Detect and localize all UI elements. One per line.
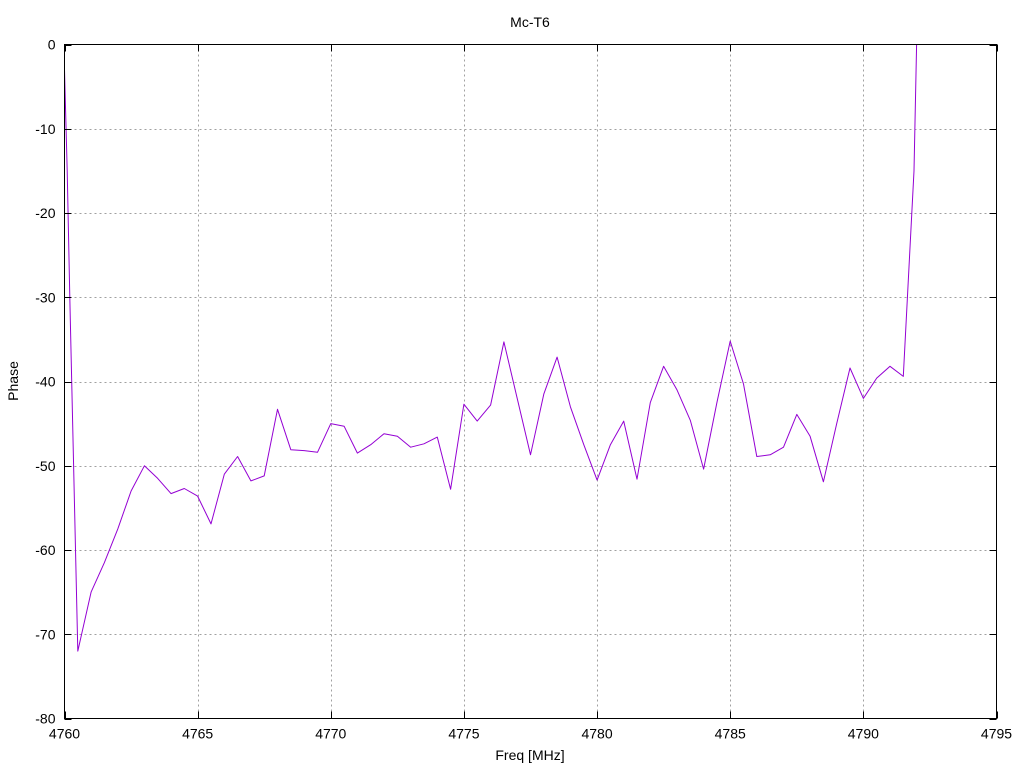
y-tick-label: -30 bbox=[35, 289, 55, 305]
y-tick-label: -10 bbox=[35, 121, 55, 137]
y-tick-label: -40 bbox=[35, 374, 55, 390]
x-tick-label: 4760 bbox=[49, 726, 80, 742]
x-tick-label: 4775 bbox=[448, 726, 479, 742]
x-tick-label: 4795 bbox=[981, 726, 1012, 742]
tick-labels: 4760 4765 4770 4775 4780 4785 4790 4795 0 -10 -20 -… bbox=[35, 37, 1012, 742]
y-tick-label: -70 bbox=[35, 626, 55, 642]
plot-frame bbox=[64, 44, 997, 719]
x-tick-label: 4785 bbox=[715, 726, 746, 742]
x-tick-label: 4790 bbox=[848, 726, 879, 742]
phase-series-line bbox=[64, 44, 918, 652]
x-tick-label: 4770 bbox=[315, 726, 346, 742]
x-tick-label: 4780 bbox=[581, 726, 612, 742]
x-axis-label: Freq [MHz] bbox=[495, 747, 564, 763]
y-tick-label: -80 bbox=[35, 711, 55, 727]
y-axis-label: Phase bbox=[5, 361, 21, 401]
phase-chart: 4760 4765 4770 4775 4780 4785 4790 4795 0 -10 -20 -… bbox=[5, 14, 1012, 763]
y-tick-label: 0 bbox=[48, 37, 56, 53]
chart-title: Mc-T6 bbox=[510, 14, 550, 30]
grid bbox=[64, 44, 997, 719]
y-tick-label: -20 bbox=[35, 205, 55, 221]
series-group bbox=[64, 44, 918, 652]
y-tick-label: -60 bbox=[35, 542, 55, 558]
x-tick-label: 4765 bbox=[182, 726, 213, 742]
y-tick-label: -50 bbox=[35, 458, 55, 474]
